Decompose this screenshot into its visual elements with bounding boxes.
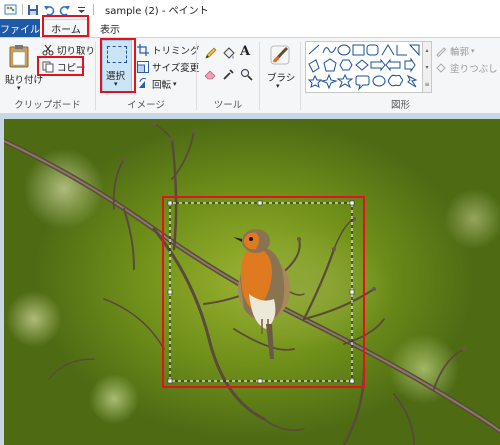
chevron-down-icon: ▾ <box>17 84 21 92</box>
shapes-icon <box>307 44 420 91</box>
window-title: sample (2) - ペイント <box>105 6 209 17</box>
cut-button[interactable]: 切り取り <box>42 43 95 57</box>
fill-button[interactable]: 塗りつぶし ▾ <box>435 61 500 75</box>
pencil-icon[interactable] <box>204 47 217 63</box>
outline-icon <box>435 45 447 57</box>
brushes-group: ブラシ ▾ <box>260 38 300 114</box>
chevron-down-icon: ▾ <box>471 47 475 55</box>
fill-icon <box>435 62 447 74</box>
separator <box>93 4 94 15</box>
paste-button[interactable]: 貼り付け ▾ <box>4 42 43 92</box>
separator <box>22 4 23 15</box>
fill-label: 塗りつぶし <box>450 64 498 75</box>
highlight-copy-button <box>37 56 84 76</box>
save-icon[interactable] <box>26 3 40 17</box>
canvas-area[interactable] <box>0 114 500 445</box>
resize-button[interactable]: サイズ変更 <box>137 60 199 74</box>
brush-icon <box>269 43 293 70</box>
crop-label: トリミング <box>152 46 200 57</box>
highlight-selection-area <box>162 196 365 388</box>
highlight-select-button <box>100 38 136 93</box>
rotate-button[interactable]: 回転 ▾ <box>137 77 177 91</box>
outline-button[interactable]: 輪郭 ▾ <box>435 44 475 58</box>
ribbon: 貼り付け ▾ 切り取り コピー クリップボード 選択 ▾ トリミング サイズ変更 <box>0 37 500 114</box>
outline-label: 輪郭 <box>450 47 470 58</box>
clipboard-icon <box>9 44 29 71</box>
eraser-icon[interactable] <box>204 68 217 84</box>
shape-gallery[interactable] <box>305 41 423 93</box>
crop-button[interactable]: トリミング <box>137 43 200 57</box>
color-picker-icon[interactable] <box>222 68 235 84</box>
rotate-label: 回転 <box>152 80 172 91</box>
magnifier-icon[interactable] <box>240 68 253 84</box>
chevron-down-icon: ▾ <box>276 82 280 90</box>
scissors-icon <box>42 44 54 56</box>
shapes-group-label: 図形 <box>390 100 410 111</box>
cut-label: 切り取り <box>57 46 96 57</box>
tab-file[interactable]: ファイル <box>0 19 40 37</box>
text-icon[interactable]: A <box>240 44 250 59</box>
crop-icon <box>137 44 149 56</box>
paint-app-icon <box>3 3 17 17</box>
shape-gallery-scroll[interactable]: ▴ ▾ ≡ <box>423 41 432 93</box>
resize-icon <box>137 61 149 73</box>
chevron-down-icon: ▾ <box>173 80 177 88</box>
fill-bucket-icon[interactable] <box>222 47 235 63</box>
tab-view[interactable]: 表示 <box>90 19 130 37</box>
shapes-group: ▴▾≡ 輪郭 ▾ 塗りつぶし ▾ 図形 <box>301 38 500 114</box>
rotate-icon <box>137 78 149 90</box>
clipboard-group-label: クリップボード <box>14 100 81 111</box>
highlight-home-tab <box>42 15 89 37</box>
brushes-button[interactable]: ブラシ ▾ <box>264 40 296 92</box>
clipboard-group: 貼り付け ▾ 切り取り コピー クリップボード <box>0 38 95 114</box>
tools-group: A ツール <box>197 38 259 114</box>
resize-label: サイズ変更 <box>152 63 200 74</box>
image-group-label: イメージ <box>127 100 165 111</box>
brushes-label: ブラシ <box>267 73 296 84</box>
tools-group-label: ツール <box>213 100 243 111</box>
